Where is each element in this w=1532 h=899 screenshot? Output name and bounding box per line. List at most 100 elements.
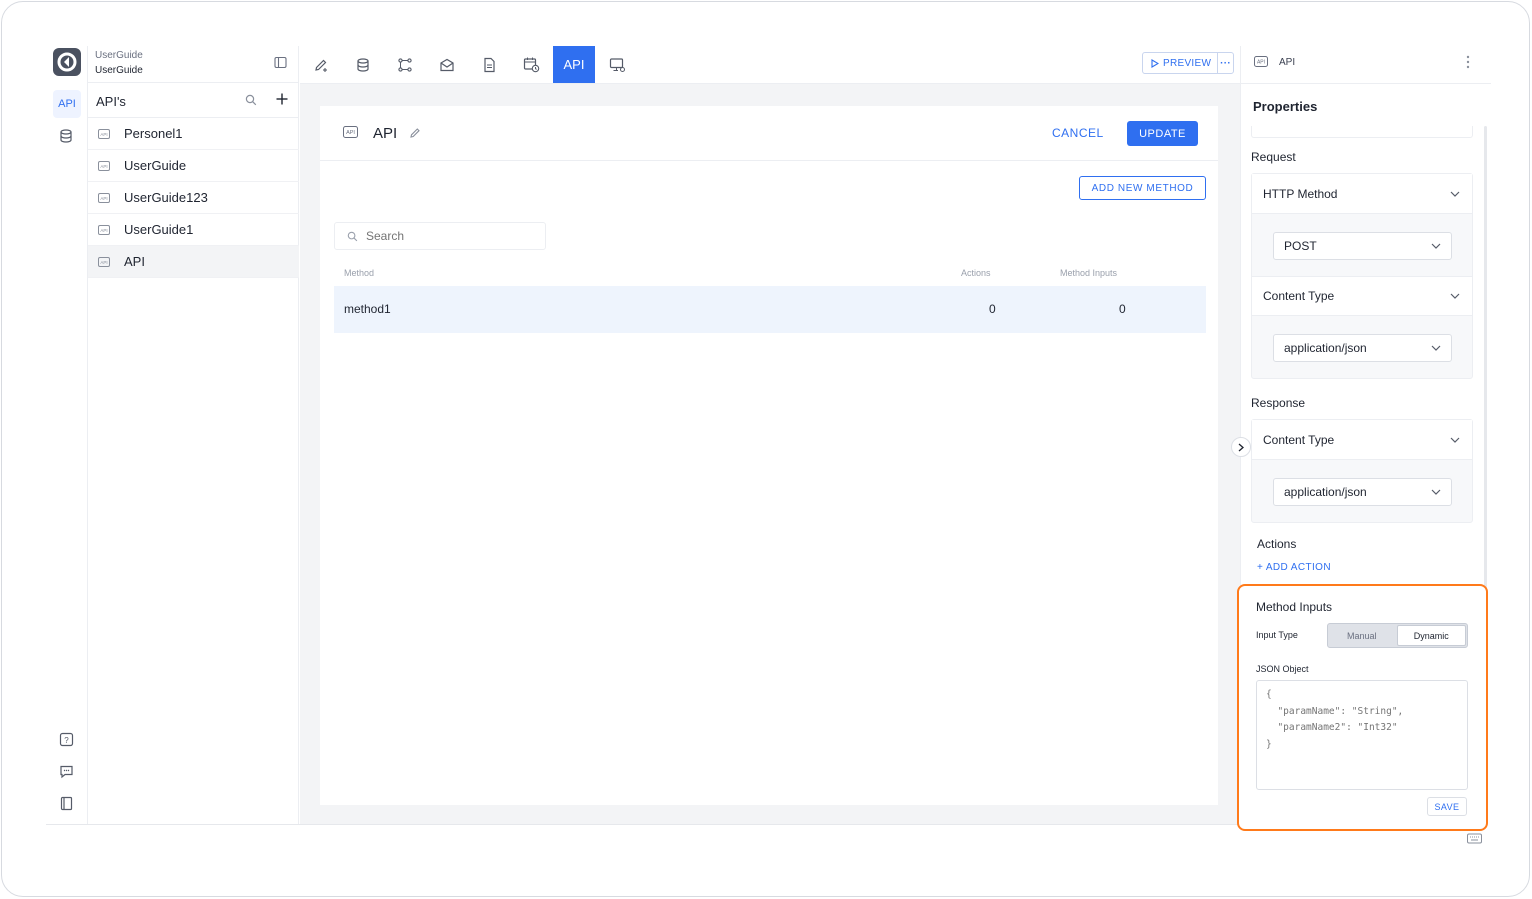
add-action-link[interactable]: + ADD ACTION: [1257, 562, 1331, 573]
collapse-panel-icon[interactable]: [274, 56, 287, 69]
keyboard-icon[interactable]: [1467, 833, 1482, 844]
book-icon[interactable]: [59, 796, 74, 811]
tool-database[interactable]: [342, 46, 384, 83]
app-logo[interactable]: [53, 48, 81, 76]
editor-title: API: [373, 125, 398, 142]
api-icon: API: [98, 128, 110, 139]
editor-header: API API CANCEL UPDATE: [320, 106, 1218, 161]
save-button[interactable]: SAVE: [1427, 797, 1467, 816]
request-label: Request: [1251, 150, 1296, 164]
api-icon: API: [1254, 56, 1268, 67]
list-item[interactable]: API UserGuide1: [88, 214, 299, 246]
tool-scheduler[interactable]: [510, 46, 552, 83]
api-editor-card: API API CANCEL UPDATE ADD NEW METHOD Met…: [320, 106, 1218, 805]
edit-title-icon[interactable]: [409, 127, 421, 139]
properties-header: API API: [1241, 46, 1491, 84]
more-options-button[interactable]: ···: [1218, 58, 1233, 69]
api-icon: API: [98, 224, 110, 235]
project-name: UserGuide: [95, 65, 143, 76]
bottom-divider: [46, 824, 1240, 825]
database-icon[interactable]: [58, 128, 74, 144]
column-actions: Actions: [961, 268, 991, 278]
input-type-toggle: Manual Dynamic: [1327, 623, 1468, 648]
update-button[interactable]: UPDATE: [1127, 121, 1198, 146]
calendar-clock-icon: [523, 57, 539, 73]
list-item-label: UserGuide: [124, 158, 187, 173]
panel-expander[interactable]: [1231, 437, 1251, 457]
list-item[interactable]: API UserGuide: [88, 150, 299, 182]
http-method-label: HTTP Method: [1263, 186, 1338, 201]
list-item-label: UserGuide1: [124, 222, 194, 237]
response-label: Response: [1251, 396, 1306, 410]
api-icon: API: [98, 160, 110, 171]
workflow-icon: [398, 57, 412, 72]
rail-api-button[interactable]: API: [53, 90, 81, 118]
methods-table-header: Method Actions Method Inputs: [334, 264, 1206, 286]
logo-icon: [57, 52, 77, 72]
svg-text:API: API: [346, 130, 355, 136]
http-method-group: HTTP Method POST Content Type applicatio…: [1251, 173, 1473, 379]
explorer-title: API's: [96, 94, 126, 109]
tab-api[interactable]: API: [553, 46, 595, 83]
svg-text:API: API: [1257, 60, 1265, 66]
search-icon[interactable]: [245, 94, 257, 106]
left-rail: API ?: [46, 46, 88, 824]
response-content-type-value: application/json: [1284, 485, 1367, 499]
actions-label: Actions: [1257, 537, 1297, 551]
api-explorer: UserGuide UserGuide API's API Personel1 …: [88, 46, 299, 824]
response-content-type-header[interactable]: Content Type: [1252, 420, 1472, 460]
search-input[interactable]: [366, 229, 536, 243]
list-item-active[interactable]: API API: [88, 246, 299, 278]
tool-workflow[interactable]: [384, 46, 426, 83]
list-item[interactable]: API Personel1: [88, 118, 299, 150]
database-icon: [357, 57, 369, 72]
http-method-select[interactable]: POST: [1273, 232, 1452, 260]
input-type-label: Input Type: [1256, 630, 1298, 640]
method-inputs-section: Method Inputs Input Type Manual Dynamic …: [1237, 584, 1488, 831]
request-content-type-label: Content Type: [1263, 289, 1335, 303]
list-item-label: API: [124, 254, 145, 269]
request-content-type-value: application/json: [1284, 341, 1367, 355]
api-icon: API: [98, 192, 110, 203]
tool-design[interactable]: [300, 46, 342, 83]
tool-screen[interactable]: [596, 46, 638, 83]
search-icon: [347, 231, 358, 242]
explorer-header: API's: [88, 82, 299, 118]
chevron-down-icon: [1431, 489, 1441, 495]
input-type-dynamic[interactable]: Dynamic: [1396, 625, 1466, 646]
kebab-menu-icon[interactable]: [1465, 54, 1471, 70]
add-new-method-button[interactable]: ADD NEW METHOD: [1079, 176, 1206, 200]
request-content-type-header[interactable]: Content Type: [1252, 276, 1472, 316]
cancel-button[interactable]: CANCEL: [1042, 120, 1114, 146]
workspace: API API CANCEL UPDATE ADD NEW METHOD Met…: [300, 84, 1240, 824]
pencil-plus-icon: [315, 59, 327, 72]
add-api-icon[interactable]: [275, 92, 289, 106]
input-type-manual[interactable]: Manual: [1328, 624, 1396, 647]
tool-messages[interactable]: [426, 46, 468, 83]
properties-header-label: API: [1279, 57, 1296, 68]
svg-text:API: API: [100, 164, 107, 169]
previous-group-edge: [1251, 126, 1473, 138]
response-group: Content Type application/json: [1251, 419, 1473, 523]
org-breadcrumb: UserGuide UserGuide: [95, 48, 143, 78]
properties-title: Properties: [1253, 99, 1318, 114]
cell-actions: 0: [989, 302, 996, 316]
svg-text:API: API: [100, 228, 107, 233]
api-list: API Personel1 API UserGuide API UserGuid…: [88, 118, 299, 278]
svg-text:API: API: [100, 132, 107, 137]
http-method-header[interactable]: HTTP Method: [1252, 174, 1472, 214]
org-name: UserGuide: [95, 50, 143, 61]
list-item[interactable]: API UserGuide123: [88, 182, 299, 214]
monitor-settings-icon: [609, 57, 625, 72]
response-content-type-select[interactable]: application/json: [1273, 478, 1452, 506]
table-row[interactable]: method1 0 0: [334, 286, 1206, 333]
preview-button[interactable]: PREVIEW: [1143, 53, 1219, 73]
request-content-type-select[interactable]: application/json: [1273, 334, 1452, 362]
json-object-input[interactable]: [1256, 680, 1468, 790]
chevron-down-icon: [1431, 345, 1441, 351]
help-icon[interactable]: ?: [59, 732, 74, 747]
tool-documents[interactable]: [468, 46, 510, 83]
column-method: Method: [344, 268, 375, 278]
method-search: [334, 222, 546, 250]
chat-icon[interactable]: [59, 764, 74, 779]
